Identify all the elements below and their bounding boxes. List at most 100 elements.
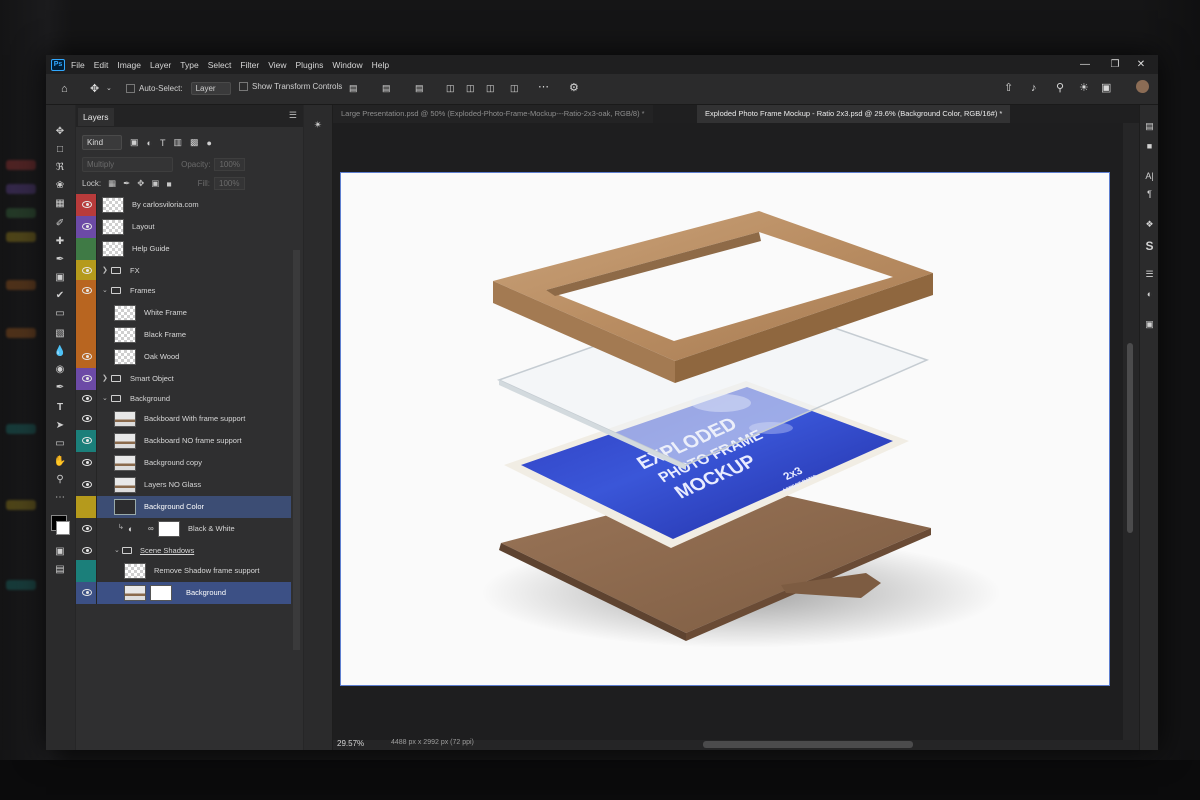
menu-type[interactable]: Type [180, 60, 198, 70]
layer-row-backboard-with-support[interactable]: Backboard With frame support [76, 408, 291, 430]
move-tool-icon[interactable]: ✥ [52, 125, 68, 139]
quick-mask-icon[interactable]: ▣ [52, 545, 68, 559]
hand-tool-icon[interactable]: ✋ [52, 455, 68, 469]
visibility-toggle[interactable] [76, 430, 97, 452]
avatar[interactable] [1136, 80, 1149, 93]
chevron-down-icon[interactable]: ⌄ [102, 286, 108, 294]
menu-view[interactable]: View [268, 60, 286, 70]
auto-select-option[interactable]: Auto-Select: Layer [126, 82, 231, 95]
visibility-toggle[interactable] [76, 474, 97, 496]
layer-row-background-copy[interactable]: Background copy [76, 452, 291, 474]
filter-toggle-icon[interactable]: ● [207, 138, 212, 148]
brush-tool-icon[interactable]: ✒ [52, 253, 68, 267]
remove-tool-icon[interactable]: ✴ [310, 119, 326, 133]
layer-group-fx[interactable]: ❯ FX [76, 260, 291, 282]
chevron-down-icon[interactable]: ⌄ [102, 394, 108, 402]
visibility-toggle[interactable] [76, 194, 97, 216]
blur-tool-icon[interactable]: 💧 [52, 345, 68, 359]
transform-controls-option[interactable]: Show Transform Controls [239, 82, 342, 91]
menu-filter[interactable]: Filter [240, 60, 259, 70]
layer-row-background-color[interactable]: Background Color [76, 496, 291, 518]
crop-tool-icon[interactable]: ▦ [52, 197, 68, 211]
visibility-toggle[interactable] [76, 324, 97, 346]
align-right-icon[interactable]: ◫ [486, 82, 495, 94]
lock-all-icon[interactable]: ■ [166, 179, 171, 189]
menu-select[interactable]: Select [208, 60, 232, 70]
layers-scrollbar[interactable] [293, 250, 300, 650]
smart-object-filter-icon[interactable]: ▩ [190, 137, 199, 148]
background-color-swatch[interactable] [56, 521, 70, 535]
panel-menu-icon[interactable]: ☰ [289, 110, 297, 121]
visibility-toggle[interactable] [76, 302, 97, 324]
tab-large-presentation[interactable]: Large Presentation.psd @ 50% (Exploded-P… [333, 105, 653, 123]
shape-filter-icon[interactable]: ▥ [173, 137, 182, 148]
character-icon[interactable]: A| [1142, 171, 1157, 181]
move-tool-icon[interactable]: ✥ [90, 83, 99, 95]
menu-image[interactable]: Image [117, 60, 141, 70]
lasso-tool-icon[interactable]: ℜ [52, 161, 68, 175]
chevron-down-icon[interactable]: ⌄ [114, 546, 120, 554]
type-filter-icon[interactable]: T [160, 138, 166, 148]
layer-row-oak-wood[interactable]: Oak Wood [76, 346, 291, 368]
canvas-vertical-scrollbar[interactable] [1123, 123, 1137, 740]
type-tool-icon[interactable]: T [52, 401, 68, 415]
pen-tool-icon[interactable]: ✒ [52, 381, 68, 395]
document-canvas[interactable]: EXPLODED PHOTO FRAME MOCKUP 2x3 ASPECT R… [341, 173, 1109, 685]
close-icon[interactable]: ✕ [1126, 55, 1156, 74]
chevron-right-icon[interactable]: ❯ [102, 266, 108, 274]
blend-mode-dropdown[interactable]: Multiply [82, 157, 174, 172]
layer-group-scene-shadows[interactable]: ⌄ Scene Shadows [76, 540, 291, 562]
clone-stamp-icon[interactable]: ▣ [52, 271, 68, 285]
align-bottom-icon[interactable]: ▤ [415, 82, 424, 94]
tab-exploded-photo-frame[interactable]: Exploded Photo Frame Mockup - Ratio 2x3.… [697, 105, 1011, 123]
canvas-horizontal-scrollbar[interactable] [703, 741, 913, 748]
align-top-icon[interactable]: ▤ [349, 82, 358, 94]
menu-edit[interactable]: Edit [94, 60, 109, 70]
visibility-toggle[interactable] [76, 408, 97, 430]
auto-select-dropdown[interactable]: Layer [190, 82, 231, 95]
stock-icon[interactable]: S [1142, 239, 1157, 253]
visibility-toggle[interactable] [76, 260, 97, 282]
menu-window[interactable]: Window [332, 60, 362, 70]
lock-position-icon[interactable]: ✥ [137, 178, 144, 189]
align-center-icon[interactable]: ◫ [466, 82, 475, 94]
layer-row-help-guide[interactable]: Help Guide [76, 238, 291, 260]
layer-row-layout[interactable]: Layout [76, 216, 291, 238]
bell-icon[interactable]: ♪ [1031, 82, 1037, 94]
visibility-toggle[interactable] [76, 346, 97, 368]
canvas-area[interactable]: EXPLODED PHOTO FRAME MOCKUP 2x3 ASPECT R… [333, 123, 1123, 740]
visibility-toggle[interactable] [76, 582, 97, 604]
zoom-level[interactable]: 29.57% [337, 739, 364, 748]
path-select-icon[interactable]: ➤ [52, 419, 68, 433]
fill-field[interactable]: 100% [214, 177, 245, 190]
opacity-field[interactable]: 100% [214, 158, 245, 171]
visibility-toggle[interactable] [76, 540, 97, 562]
menu-layer[interactable]: Layer [150, 60, 171, 70]
home-icon[interactable]: ⌂ [61, 83, 68, 95]
screen-mode-icon[interactable]: ▤ [52, 563, 68, 577]
visibility-toggle[interactable] [76, 280, 97, 302]
visibility-toggle[interactable] [76, 452, 97, 474]
properties-icon[interactable]: ▤ [1142, 121, 1157, 132]
layer-row-white-frame[interactable]: White Frame [76, 302, 291, 324]
share-icon[interactable]: ⇧ [1004, 82, 1013, 94]
edit-toolbar-icon[interactable]: ⋯ [52, 491, 68, 505]
dodge-tool-icon[interactable]: ◉ [52, 363, 68, 377]
layer-row-backboard-no-support[interactable]: Backboard NO frame support [76, 430, 291, 452]
paragraph-icon[interactable]: ¶ [1142, 189, 1157, 199]
color-icon[interactable]: ◐ [1142, 289, 1157, 299]
visibility-toggle[interactable] [76, 388, 97, 410]
gradient-tool-icon[interactable]: ▧ [52, 327, 68, 341]
layer-row-black-white[interactable]: ↳ ◐ ∞ Black & White [76, 518, 291, 540]
eraser-tool-icon[interactable]: ▭ [52, 307, 68, 321]
lightbulb-icon[interactable]: ☀ [1079, 82, 1089, 94]
layer-group-frames[interactable]: ⌄ Frames [76, 280, 291, 302]
menu-help[interactable]: Help [372, 60, 389, 70]
layer-row-remove-shadow[interactable]: Remove Shadow frame support [76, 560, 291, 582]
cube-icon[interactable]: ❖ [1142, 219, 1157, 230]
zoom-tool-icon[interactable]: ⚲ [52, 473, 68, 487]
adjustment-filter-icon[interactable]: ◐ [147, 138, 152, 148]
align-middle-icon[interactable]: ▤ [382, 82, 391, 94]
lock-transparent-icon[interactable]: ▦ [108, 178, 116, 189]
align-left-icon[interactable]: ◫ [446, 82, 455, 94]
